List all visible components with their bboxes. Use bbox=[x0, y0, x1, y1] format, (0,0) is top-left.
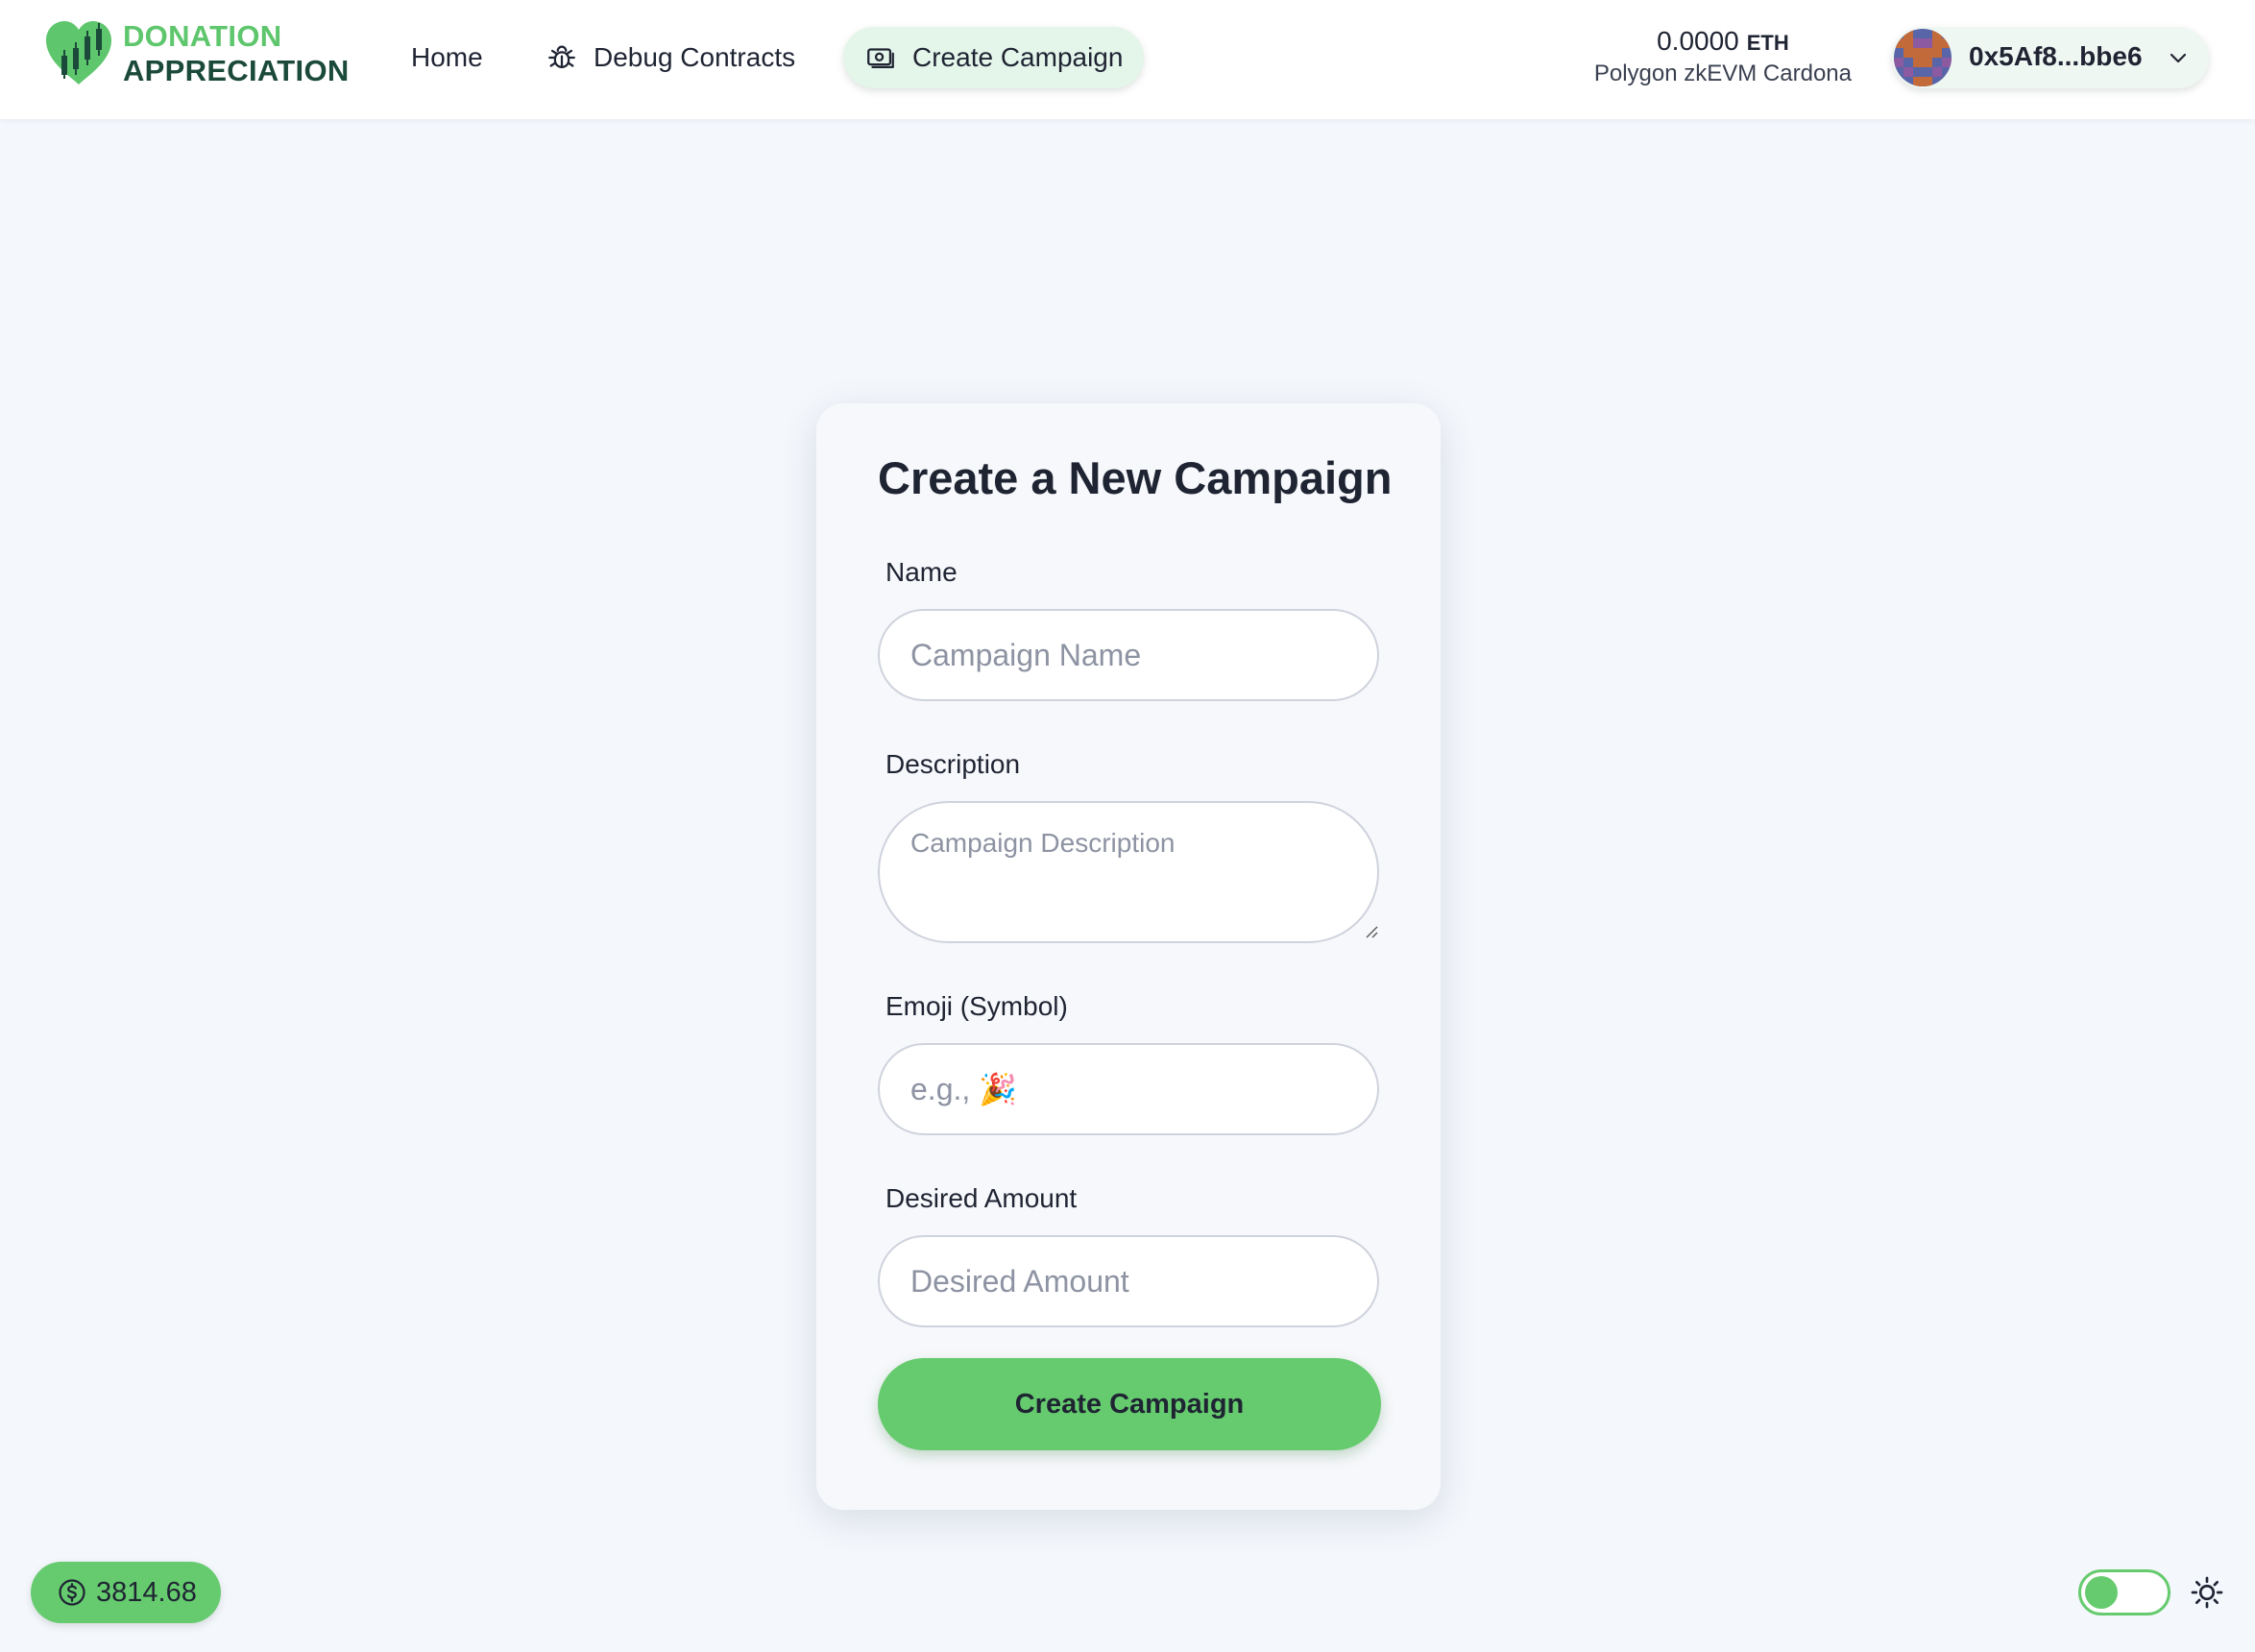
balance-unit: ETH bbox=[1746, 31, 1789, 55]
brand-logo[interactable]: DONATION APPRECIATION bbox=[42, 17, 350, 90]
campaign-name-input[interactable] bbox=[878, 609, 1379, 701]
desired-amount-input[interactable] bbox=[878, 1235, 1379, 1327]
bug-icon bbox=[548, 45, 575, 69]
avatar bbox=[1894, 29, 1952, 86]
nav-debug-contracts[interactable]: Debug Contracts bbox=[528, 27, 812, 88]
create-campaign-button[interactable]: Create Campaign bbox=[878, 1358, 1381, 1450]
brand-line-2: APPRECIATION bbox=[123, 54, 350, 87]
account-dropdown[interactable]: 0x5Af8...bbe6 bbox=[1892, 27, 2209, 88]
amount-label: Desired Amount bbox=[885, 1183, 1078, 1213]
nav-create-label: Create Campaign bbox=[912, 42, 1124, 72]
chevron-down-icon bbox=[2170, 53, 2187, 63]
nav-debug-label: Debug Contracts bbox=[594, 42, 796, 72]
create-campaign-card: Create a New Campaign Name Description E… bbox=[816, 403, 1441, 1510]
dollar-circle-icon bbox=[59, 1579, 85, 1606]
theme-toggle-knob bbox=[2085, 1576, 2118, 1609]
theme-toggle[interactable] bbox=[2078, 1569, 2170, 1616]
nav-home-label: Home bbox=[411, 42, 483, 72]
campaign-emoji-input[interactable] bbox=[878, 1043, 1379, 1135]
description-label: Description bbox=[885, 749, 1021, 779]
resize-handle-icon[interactable] bbox=[1364, 924, 1379, 939]
native-price-badge[interactable]: 3814.68 bbox=[31, 1562, 221, 1623]
nav-home[interactable]: Home bbox=[394, 27, 500, 88]
native-price-value: 3814.68 bbox=[96, 1576, 197, 1608]
nav-create-campaign[interactable]: Create Campaign bbox=[843, 27, 1145, 88]
emoji-label: Emoji (Symbol) bbox=[885, 991, 1068, 1021]
form-title: Create a New Campaign bbox=[878, 452, 1393, 503]
wallet-balance: 0.0000 ETH Polygon zkEVM Cardona bbox=[1594, 25, 1852, 88]
network-name: Polygon zkEVM Cardona bbox=[1593, 61, 1852, 86]
balance-amount-row: 0.0000 ETH bbox=[1594, 25, 1852, 60]
name-label: Name bbox=[885, 557, 958, 587]
account-address: 0x5Af8...bbe6 bbox=[1969, 41, 2143, 71]
sun-icon[interactable] bbox=[2190, 1575, 2224, 1610]
top-navbar: DONATION APPRECIATION Home Debug Contrac… bbox=[0, 0, 2255, 119]
heart-chart-icon bbox=[46, 21, 111, 85]
balance-amount: 0.0000 bbox=[1657, 26, 1739, 56]
campaign-description-input[interactable] bbox=[878, 801, 1379, 943]
brand-name: DONATION APPRECIATION bbox=[123, 19, 350, 88]
banknote-icon bbox=[867, 48, 894, 69]
brand-line-1: DONATION bbox=[123, 19, 282, 53]
